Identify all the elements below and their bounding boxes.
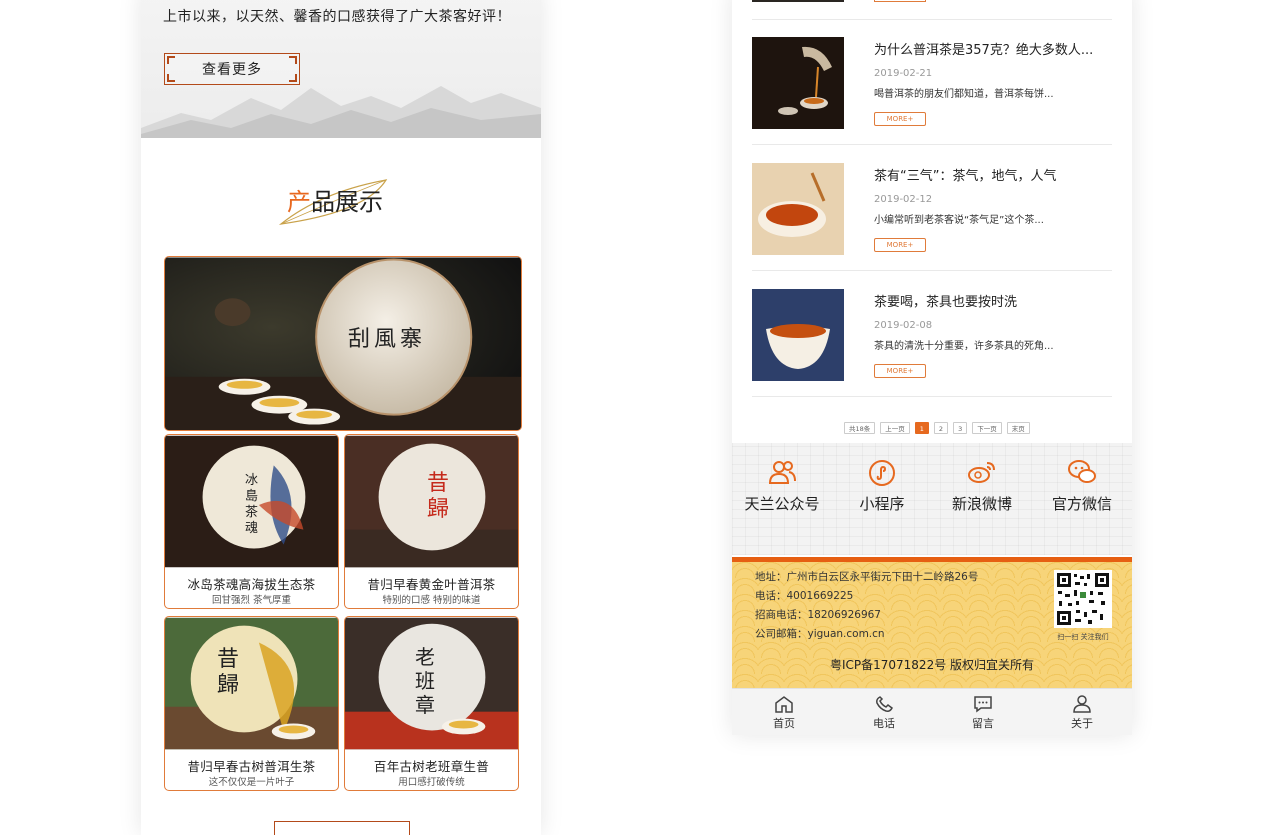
product-card[interactable]: 昔歸 昔归早春黄金叶普洱茶 特别的口感 特别的味道 — [344, 434, 519, 609]
featured-product-card[interactable]: 刮風寨 — [164, 256, 522, 431]
news-item[interactable]: 茶要喝，茶具也要按时洗 2019-02-08 茶具的清洗十分重要，许多茶具的死角… — [752, 271, 1112, 397]
intro-banner: 上市以来，以天然、馨香的口感获得了广大茶客好评！ 查看更多 — [141, 0, 541, 138]
social-wechat[interactable]: 官方微信 — [1032, 443, 1132, 555]
social-label: 小程序 — [859, 495, 905, 513]
phone-icon — [876, 696, 893, 712]
featured-tea-cake-image — [165, 257, 521, 430]
news-summary: 茶具的清洗十分重要，许多茶具的死角... — [874, 341, 1054, 352]
tab-home[interactable]: 首页 — [734, 689, 834, 735]
view-more-button[interactable]: 查看更多 — [164, 53, 300, 85]
product-section-heading: 产品展示 — [271, 172, 411, 232]
tab-label: 电话 — [873, 717, 895, 730]
news-date: 2019-02-12 — [874, 194, 933, 205]
users-icon — [768, 461, 796, 484]
tea-pouring-thumbnail — [752, 37, 844, 129]
news-title: 茶要喝，茶具也要按时洗 — [874, 295, 1018, 310]
news-item[interactable]: 为什么普洱茶是357克？绝大多数人... 2019-02-21 喝普洱茶的朋友们… — [752, 19, 1112, 145]
pagination-last[interactable]: 末页 — [1006, 422, 1030, 434]
home-icon — [775, 696, 793, 713]
social-mini-program[interactable]: 小程序 — [832, 443, 932, 555]
section-title: 产品展示 — [287, 188, 383, 216]
pagination-page-3[interactable]: 3 — [953, 422, 968, 434]
news-summary: 喝普洱茶的朋友们都知道，普洱茶每饼... — [874, 89, 1054, 100]
bottom-tab-bar: 首页 电话 留言 关于 — [732, 688, 1132, 735]
tea-cake-image — [165, 617, 338, 750]
weibo-icon — [968, 462, 995, 483]
news-title: 茶有“三气”：茶气，地气，人气 — [874, 169, 1057, 184]
product-card[interactable]: 冰島茶魂 冰岛茶魂高海拔生态茶 回甘强烈 茶气厚重 — [164, 434, 339, 609]
social-label: 新浪微博 — [951, 495, 1012, 513]
pagination-next[interactable]: 下一页 — [972, 422, 1002, 434]
right-phone-screen: 为什么普洱茶是357克？绝大多数人... 2019-02-21 喝普洱茶的朋友们… — [732, 0, 1132, 735]
product-desc: 回甘强烈 茶气厚重 — [211, 595, 292, 606]
news-date: 2019-02-08 — [874, 320, 933, 331]
footer-phone: 电话：4001669225 — [755, 590, 854, 602]
news-more-button[interactable]: MORE+ — [874, 112, 926, 126]
tab-label: 首页 — [773, 717, 795, 730]
view-more-label: 查看更多 — [202, 62, 262, 78]
pagination-prev[interactable]: 上一页 — [880, 422, 910, 434]
cake-label: 老班章 — [415, 645, 435, 717]
featured-cake-label: 刮風寨 — [348, 327, 427, 352]
tab-phone[interactable]: 电话 — [834, 689, 934, 735]
product-desc: 特别的口感 特别的味道 — [382, 595, 481, 606]
mini-program-icon — [869, 460, 895, 486]
product-name: 昔归早春黄金叶普洱茶 — [367, 577, 496, 592]
product-card[interactable]: 老班章 百年古树老班章生普 用口感打破传统 — [344, 616, 519, 791]
news-more-button[interactable]: MORE+ — [874, 238, 926, 252]
cake-label: 昔歸 — [427, 471, 450, 522]
footer-invest-phone: 招商电话：18206926967 — [755, 609, 881, 621]
product-name: 冰岛茶魂高海拔生态茶 — [187, 577, 316, 592]
qr-code-image — [1054, 570, 1112, 628]
social-weibo[interactable]: 新浪微博 — [932, 443, 1032, 555]
news-summary: 小编常听到老茶客说“茶气足”这个茶... — [874, 215, 1044, 226]
pagination-total: 共18条 — [844, 422, 876, 434]
pagination-page-1[interactable]: 1 — [914, 422, 929, 434]
pagination: 共18条 上一页 1 2 3 下一页 末页 — [844, 422, 1030, 434]
social-links: 天兰公众号 小程序 新浪微博 官方微信 — [732, 443, 1132, 555]
product-desc: 用口感打破传统 — [398, 777, 465, 788]
news-date: 2019-02-21 — [874, 68, 933, 79]
product-card[interactable]: 昔歸 昔归早春古树普洱生茶 这不仅仅是一片叶子 — [164, 616, 339, 791]
pagination-page-2[interactable]: 2 — [933, 422, 949, 434]
tea-cup-thumbnail — [752, 163, 844, 255]
news-item[interactable]: 茶有“三气”：茶气，地气，人气 2019-02-12 小编常听到老茶客说“茶气足… — [752, 145, 1112, 271]
footer-address: 地址：广州市白云区永平街元下田十二岭路26号 — [755, 571, 979, 583]
intro-text: 上市以来，以天然、馨香的口感获得了广大茶客好评！ — [163, 9, 511, 25]
social-official-account[interactable]: 天兰公众号 — [732, 443, 832, 555]
qr-caption: 扫一扫 关注我们 — [1057, 633, 1109, 641]
news-title: 为什么普洱茶是357克？绝大多数人... — [874, 43, 1094, 58]
tab-about[interactable]: 关于 — [1032, 689, 1132, 735]
news-more-button[interactable]: MORE+ — [874, 364, 926, 378]
user-icon — [1073, 695, 1091, 713]
product-desc: 这不仅仅是一片叶子 — [208, 777, 295, 788]
product-name: 百年古树老班章生普 — [373, 759, 490, 774]
social-label: 官方微信 — [1051, 495, 1112, 513]
footer-email: 公司邮箱：yiguan.com.cn — [755, 628, 885, 640]
tab-message[interactable]: 留言 — [933, 689, 1033, 735]
wechat-icon — [1068, 460, 1096, 483]
tea-bowl-thumbnail — [752, 289, 844, 381]
footer-contact: 地址：广州市白云区永平街元下田十二岭路26号 电话：4001669225 招商电… — [732, 562, 1132, 688]
view-more-button-partial[interactable] — [274, 821, 410, 835]
tab-label: 留言 — [972, 717, 994, 730]
tab-label: 关于 — [1071, 717, 1093, 730]
social-label: 天兰公众号 — [744, 495, 820, 513]
previous-news-item-partial — [752, 0, 1112, 20]
footer-icp: 粤ICP备17071822号 版权归宜关所有 — [829, 658, 1035, 672]
left-phone-screen: 上市以来，以天然、馨香的口感获得了广大茶客好评！ 查看更多 产品展示 刮風寨 冰… — [141, 0, 541, 835]
product-name: 昔归早春古树普洱生茶 — [187, 759, 316, 774]
message-icon — [974, 696, 992, 713]
cake-label: 冰島茶魂 — [245, 473, 259, 536]
cake-label: 昔歸 — [217, 647, 240, 698]
